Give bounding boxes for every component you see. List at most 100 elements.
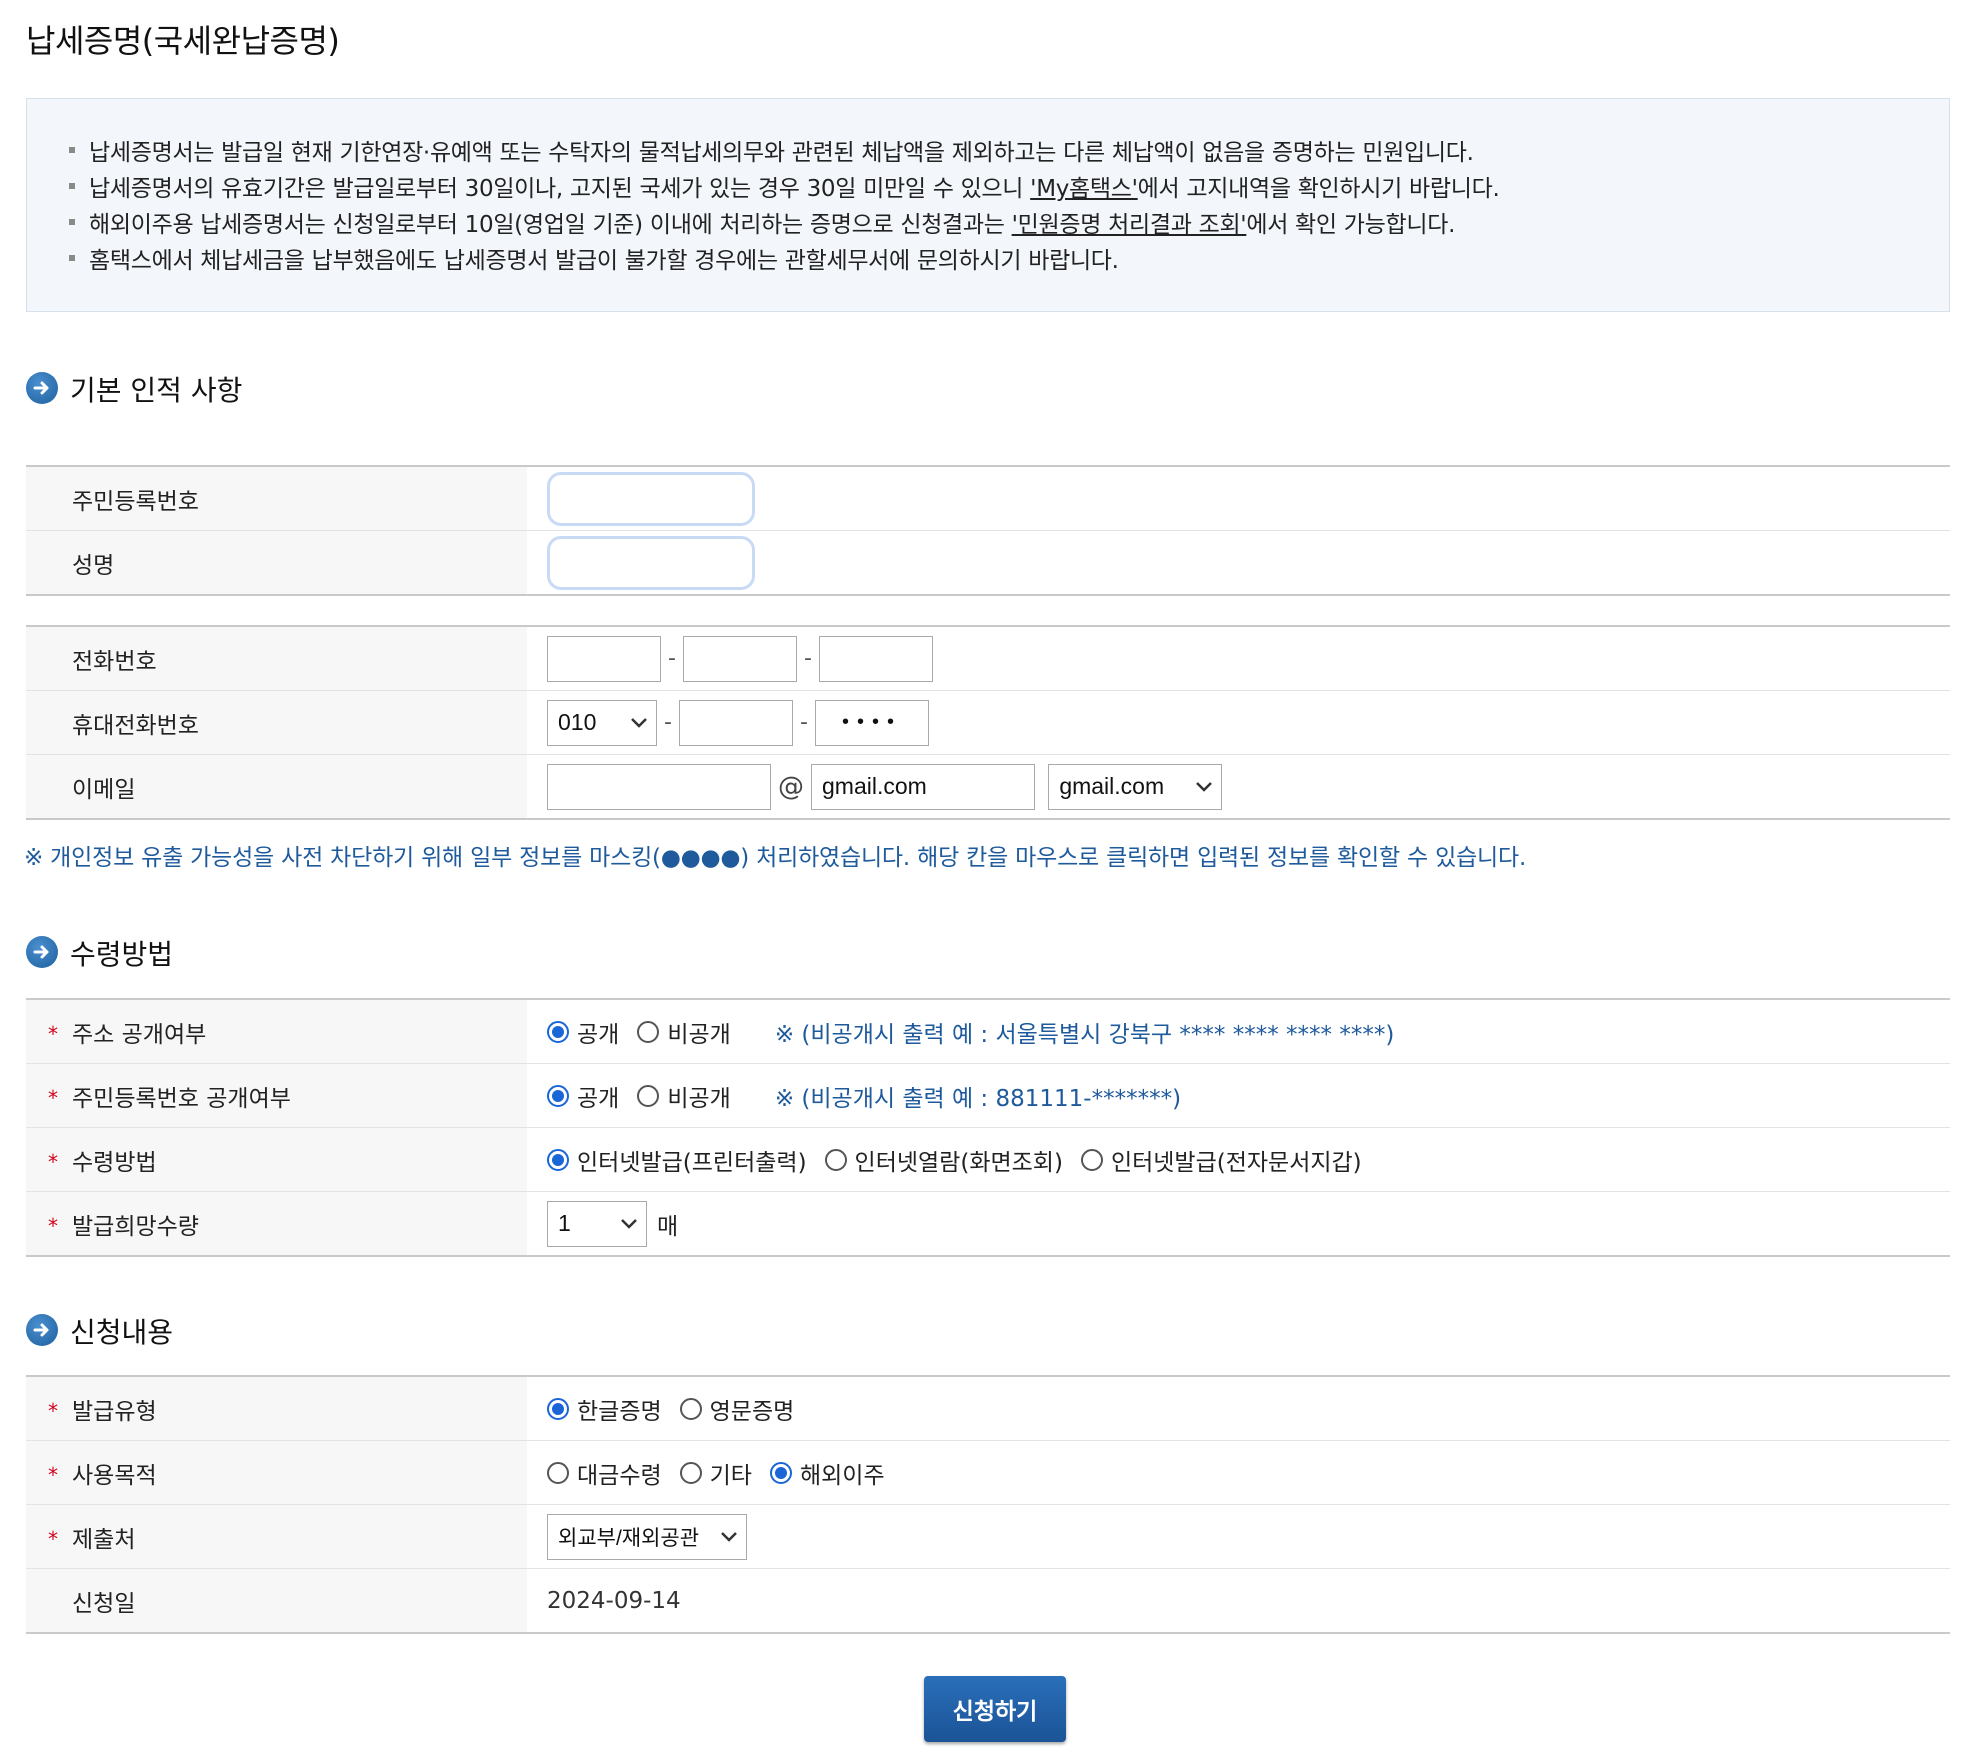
mobile-middle-input[interactable]: [679, 699, 793, 746]
quantity-select[interactable]: 1: [547, 1200, 647, 1247]
required-mark: *: [48, 1399, 58, 1423]
radio-label: 인터넷발급(프린터출력): [577, 1149, 807, 1176]
issue-type-label: * 발급유형: [26, 1376, 527, 1441]
dash: -: [800, 710, 808, 735]
rrn-input[interactable]: [547, 471, 755, 526]
required-mark: *: [48, 1022, 58, 1046]
required-mark: *: [48, 1527, 58, 1551]
notice-text: 해외이주용 납세증명서는 신청일로부터 10일(영업일 기준) 이내에 처리하는…: [89, 212, 1012, 238]
submit-button[interactable]: 신청하기: [924, 1676, 1066, 1742]
notice-text: 납세증명서의 유효기간은 발급일로부터 30일이나, 고지된 국세가 있는 경우…: [89, 176, 1031, 202]
method-wallet-radio[interactable]: [1080, 1148, 1103, 1171]
section-title-basic: 기본 인적 사항: [70, 374, 243, 407]
required-mark: *: [48, 1463, 58, 1487]
rrn-open-radio[interactable]: [547, 1084, 569, 1107]
chevron-down-icon: [721, 1531, 737, 1542]
radio-label: 대금수령: [577, 1462, 662, 1489]
bullet-icon: [69, 147, 75, 153]
table-row: * 발급희망수량 1 매: [26, 1191, 1950, 1257]
radio-label: 인터넷열람(화면조회): [854, 1149, 1063, 1176]
email-id-input[interactable]: [547, 763, 771, 810]
name-label: 성명: [26, 530, 527, 596]
masking-notice: ※ 개인정보 유출 가능성을 사전 차단하기 위해 일부 정보를 마스킹(●●●…: [24, 845, 1527, 871]
method-print-radio[interactable]: [547, 1148, 569, 1171]
arrow-right-circle-icon: [26, 1314, 58, 1346]
bullet-icon: [69, 183, 75, 189]
notice-text: 에서 확인 가능합니다.: [1246, 212, 1456, 238]
notice-item-2: 납세증명서의 유효기간은 발급일로부터 30일이나, 고지된 국세가 있는 경우…: [69, 169, 1500, 203]
purpose-other-radio[interactable]: [679, 1461, 702, 1484]
table-row: * 주민등록번호 공개여부 공개 비공개 ※ (비공개시 출력 예 : 881111-…: [26, 1063, 1950, 1128]
quantity-value: 1: [558, 1210, 571, 1236]
email-domain-input[interactable]: gmail.com: [811, 763, 1035, 810]
phone-part3-input[interactable]: [819, 635, 933, 682]
required-mark: *: [48, 1214, 58, 1238]
purpose-payment-radio[interactable]: [547, 1461, 569, 1484]
type-korean-radio[interactable]: [547, 1397, 569, 1420]
radio-label: 비공개: [667, 1085, 731, 1112]
label-text: 발급유형: [72, 1398, 157, 1425]
purpose-label: * 사용목적: [26, 1440, 527, 1505]
notice-item-4: 홈택스에서 체납세금을 납부했음에도 납세증명서 발급이 불가할 경우에는 관할…: [69, 241, 1119, 275]
radio-label: 기타: [709, 1462, 752, 1489]
email-label: 이메일: [26, 754, 527, 820]
address-hint: ※ (비공개시 출력 예 : 서울특별시 강북구 **** **** **** …: [774, 1021, 1395, 1048]
notice-item-1: 납세증명서는 발급일 현재 기한연장·유예액 또는 수탁자의 물적납세의무와 관…: [69, 133, 1474, 167]
type-english-radio[interactable]: [679, 1397, 702, 1420]
address-open-radio[interactable]: [547, 1020, 569, 1043]
chevron-down-icon: [1196, 781, 1213, 792]
table-row: 주민등록번호: [26, 466, 1950, 531]
table-row: 신청일 2024-09-14: [26, 1568, 1950, 1634]
table-row: * 주소 공개여부 공개 비공개 ※ (비공개시 출력 예 : 서울특별시 강북구 *…: [26, 999, 1950, 1064]
page-title: 납세증명(국세완납증명): [26, 22, 340, 60]
bullet-icon: [69, 219, 75, 225]
arrow-right-circle-icon: [26, 372, 58, 404]
label-text: 주민등록번호 공개여부: [72, 1085, 291, 1112]
phone-part2-input[interactable]: [683, 635, 797, 682]
phone-part1-input[interactable]: [547, 635, 661, 682]
notice-item-3: 해외이주용 납세증명서는 신청일로부터 10일(영업일 기준) 이내에 처리하는…: [69, 205, 1456, 239]
receive-table: * 주소 공개여부 공개 비공개 ※ (비공개시 출력 예 : 서울특별시 강북구 *…: [26, 998, 1950, 1257]
address-closed-radio[interactable]: [637, 1020, 660, 1043]
table-row: 전화번호 - -: [26, 626, 1950, 691]
mobile-prefix-select[interactable]: 010: [547, 699, 657, 746]
method-view-radio[interactable]: [824, 1148, 847, 1171]
section-title-receive: 수령방법: [70, 938, 174, 971]
dash: -: [664, 710, 672, 735]
my-hometax-link[interactable]: 'My홈택스': [1030, 176, 1138, 202]
required-mark: *: [48, 1086, 58, 1110]
name-input[interactable]: [547, 535, 755, 590]
table-row: 이메일 @ gmail.com gmail.com: [26, 754, 1950, 820]
notice-text: 납세증명서는 발급일 현재 기한연장·유예액 또는 수탁자의 물적납세의무와 관…: [89, 140, 1474, 166]
basic-info-table: 주민등록번호 성명: [26, 465, 1950, 596]
purpose-emigration-radio[interactable]: [769, 1461, 792, 1484]
arrow-right-circle-icon: [26, 936, 58, 968]
radio-label: 공개: [577, 1021, 620, 1048]
radio-label: 인터넷발급(전자문서지갑): [1110, 1149, 1362, 1176]
email-select-value: gmail.com: [1059, 773, 1165, 799]
notice-box: 납세증명서는 발급일 현재 기한연장·유예액 또는 수탁자의 물적납세의무와 관…: [26, 98, 1950, 312]
label-text: 사용목적: [72, 1462, 157, 1489]
submit-to-label: * 제출처: [26, 1504, 527, 1569]
apply-date-value: 2024-09-14: [547, 1587, 681, 1614]
radio-label: 비공개: [667, 1021, 731, 1048]
quantity-unit: 매: [657, 1213, 679, 1240]
table-row: * 발급유형 한글증명 영문증명: [26, 1376, 1950, 1441]
rrn-closed-radio[interactable]: [637, 1084, 660, 1107]
section-title-apply: 신청내용: [70, 1316, 174, 1349]
submit-to-select[interactable]: 외교부/재외공관: [547, 1513, 747, 1560]
notice-text: 홈택스에서 체납세금을 납부했음에도 납세증명서 발급이 불가할 경우에는 관할…: [89, 248, 1119, 274]
email-domain-select[interactable]: gmail.com: [1048, 763, 1223, 810]
table-row: * 제출처 외교부/재외공관: [26, 1504, 1950, 1569]
radio-label: 해외이주: [799, 1462, 885, 1489]
label-text: 수령방법: [72, 1149, 157, 1176]
chevron-down-icon: [631, 717, 647, 728]
radio-label: 한글증명: [577, 1398, 662, 1425]
contact-table: 전화번호 -- 휴대전화번호 010- - •••• 이메일 @ gmail.com …: [26, 625, 1950, 820]
notice-text: 에서 고지내역을 확인하시기 바랍니다.: [1137, 176, 1500, 202]
phone-label: 전화번호: [26, 626, 527, 691]
apply-date-label: 신청일: [26, 1568, 527, 1634]
label-text: 발급희망수량: [72, 1213, 199, 1240]
result-inquiry-link[interactable]: '민원증명 처리결과 조회': [1012, 212, 1247, 238]
mobile-last-input[interactable]: ••••: [815, 699, 929, 746]
